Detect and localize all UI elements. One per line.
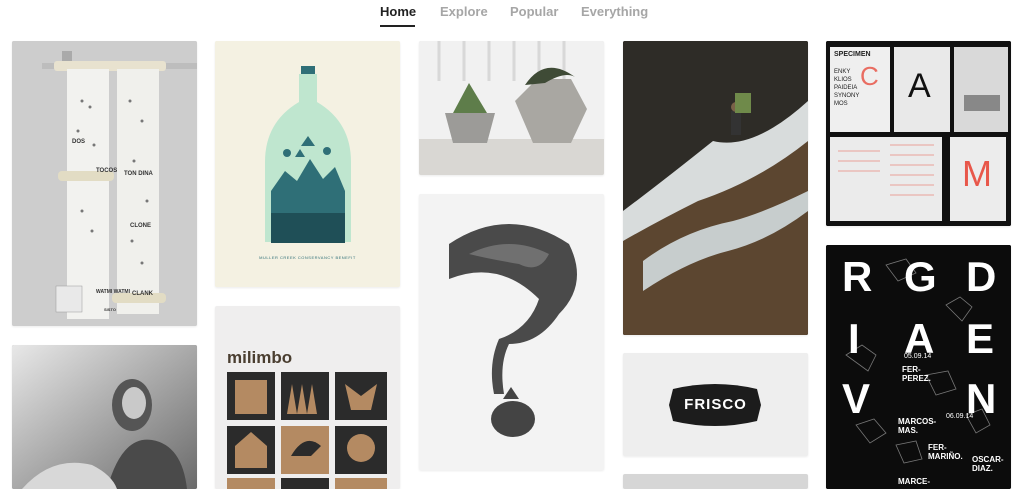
scroll-document-image <box>12 41 197 326</box>
tab-everything[interactable]: Everything <box>581 4 648 19</box>
scroll-word: WATMI WATMI <box>96 289 130 295</box>
tab-explore[interactable]: Explore <box>440 4 488 19</box>
pin-frisco[interactable]: FRISCO <box>623 353 808 456</box>
poster-name: FER- MARIÑO. <box>928 443 963 461</box>
specimen-letter-c: C <box>860 61 879 91</box>
pin-bottle-poster[interactable]: MULLER CREEK CONSERVANCY BENEFIT <box>215 41 400 287</box>
poster-name: FER- PEREZ. <box>902 365 931 383</box>
poster-date: 05.09.14 <box>904 353 932 360</box>
poster-name: MARCE- <box>898 477 930 486</box>
waterfall-image <box>623 41 808 335</box>
frisco-label: FRISCO <box>684 396 747 413</box>
specimen-line: SYNONY <box>834 93 860 99</box>
poster-name: OSCAR- DIAZ. <box>972 455 1004 473</box>
pin-scroll-document[interactable]: DOS TON DINA TOCOS CLONE WATMI WATMI CLA… <box>12 41 197 326</box>
specimen-letter-m: M <box>962 153 992 194</box>
scroll-word: SISTO <box>104 307 116 312</box>
scroll-word: TON DINA <box>124 171 153 177</box>
poster-big-letter: R <box>842 253 873 300</box>
tab-home[interactable]: Home <box>380 4 416 19</box>
milimbo-blocks-image <box>227 372 387 489</box>
specimen-line: MOS <box>834 101 848 107</box>
succulents-image <box>419 41 604 175</box>
poster-big-letter: I <box>848 315 860 362</box>
pin-milimbo[interactable]: milimbo <box>215 306 400 489</box>
poster-big-letter: D <box>966 253 997 300</box>
tab-popular[interactable]: Popular <box>510 4 558 19</box>
scroll-word: DOS <box>72 139 86 145</box>
specimen-letter-a: A <box>908 67 931 105</box>
specimen-line: SPECIMEN <box>834 51 871 58</box>
top-nav: Home Explore Popular Everything <box>0 0 1024 30</box>
pin-succulents[interactable] <box>419 41 604 175</box>
poster-date: 06.09.14 <box>946 413 974 420</box>
scroll-word: TOCOS <box>96 168 118 174</box>
scroll-word: CLONE <box>130 223 151 229</box>
bottle-poster-image <box>215 41 400 287</box>
poster-caption: MULLER CREEK CONSERVANCY BENEFIT <box>259 255 356 260</box>
scroll-word: CLANK <box>132 291 153 297</box>
pin-rgd-poster[interactable]: R G D I A E V N 05.09.14 06.09.14 FER- P… <box>826 245 1011 489</box>
poster-big-letter: V <box>842 375 871 422</box>
pin-bw-portrait[interactable] <box>12 345 197 489</box>
bw-portrait-image <box>12 345 197 489</box>
pin-type-specimen[interactable]: SPECIMEN ENKY KLIOS PAIDEIA SYNONY MOS C… <box>826 41 1011 226</box>
pin-waterfall-hiker[interactable] <box>623 41 808 335</box>
pin-partial[interactable] <box>623 474 808 489</box>
wolf-sculpture-image <box>419 194 604 470</box>
pin-wolf-sculpture[interactable] <box>419 194 604 470</box>
specimen-line: KLIOS <box>834 77 852 83</box>
active-tab-underline <box>380 25 415 27</box>
specimen-line: ENKY <box>834 69 851 75</box>
specimen-line: PAIDEIA <box>834 85 858 91</box>
poster-name: MARCOS- MAS. <box>898 417 937 435</box>
poster-big-letter: G <box>904 253 937 300</box>
poster-big-letter: E <box>966 315 995 362</box>
